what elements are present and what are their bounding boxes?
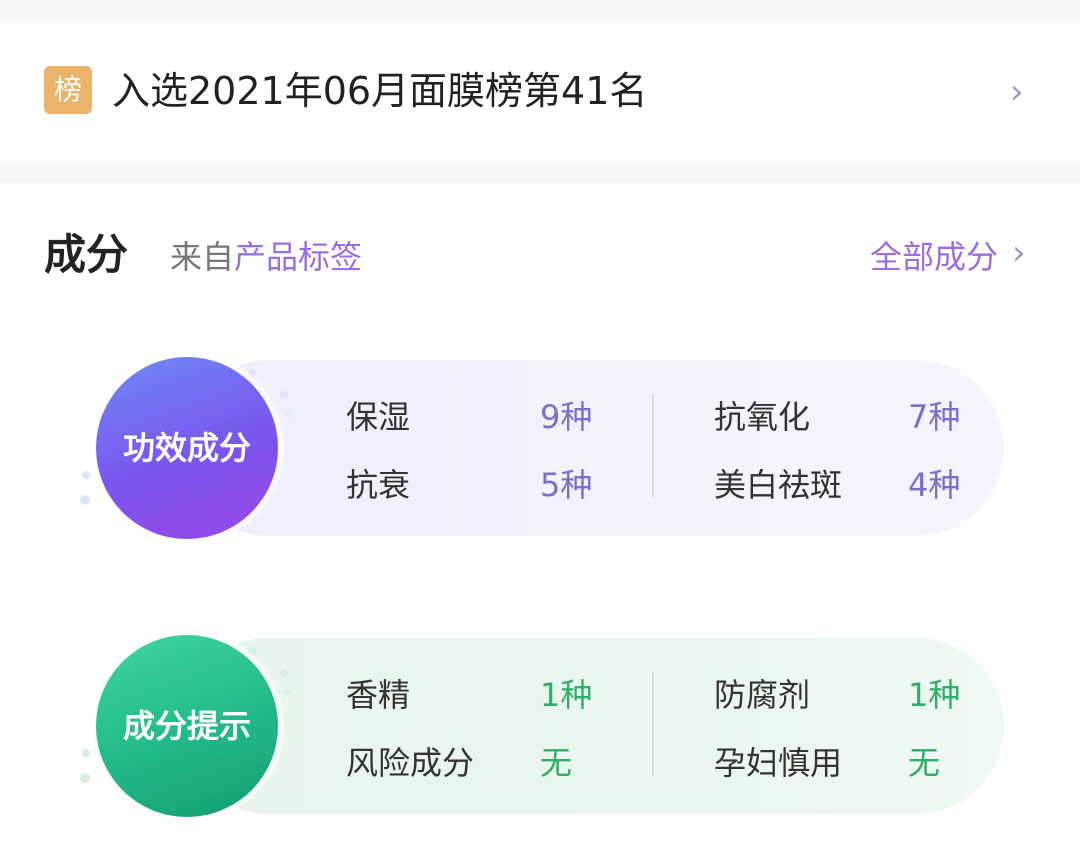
ingredients-section: 成分 来自产品标签 全部成分 › 功效成分 保湿 9种 抗氧化 7种 抗衰 5种… [0, 183, 1080, 865]
tip-value: 无 [540, 744, 573, 782]
section-source: 来自产品标签 [170, 235, 362, 279]
tip-value: 1种 [540, 676, 593, 714]
efficacy-card[interactable] [180, 360, 1004, 536]
decorative-dot [80, 495, 90, 505]
ranking-text[interactable]: 入选2021年06月面膜榜第41名 [112, 64, 647, 118]
tips-circle: 成分提示 [96, 635, 278, 817]
decorative-dot [82, 749, 90, 757]
decorative-dot [280, 391, 288, 399]
card-divider [652, 672, 654, 776]
card-divider [652, 394, 654, 498]
decorative-dot [280, 669, 288, 677]
decorative-dot [248, 369, 256, 377]
tip-label: 香精 [346, 676, 411, 714]
efficacy-value: 5种 [540, 466, 593, 504]
section-title: 成分 [44, 230, 129, 279]
efficacy-value: 4种 [908, 466, 961, 504]
tip-label: 风险成分 [346, 744, 475, 782]
efficacy-circle: 功效成分 [96, 357, 278, 539]
efficacy-label: 抗氧化 [714, 398, 811, 436]
decorative-dot [284, 689, 290, 695]
efficacy-label: 美白祛斑 [714, 466, 843, 504]
efficacy-value: 9种 [540, 398, 593, 436]
ingredient-tips-card[interactable] [180, 638, 1004, 814]
decorative-dot [82, 471, 90, 479]
efficacy-value: 7种 [908, 398, 961, 436]
source-prefix: 来自 [170, 238, 235, 276]
efficacy-label: 抗衰 [346, 466, 411, 504]
efficacy-label: 保湿 [346, 398, 411, 436]
decorative-dot [284, 411, 290, 417]
tip-value: 无 [908, 744, 941, 782]
decorative-dot [248, 647, 256, 655]
decorative-dot [80, 773, 90, 783]
rank-badge-icon: 榜 [44, 66, 92, 114]
tip-value: 1种 [908, 676, 961, 714]
tip-label: 防腐剂 [714, 676, 811, 714]
chevron-right-icon[interactable]: › [1012, 231, 1026, 275]
chevron-right-icon[interactable]: › [1010, 72, 1024, 112]
product-label-link[interactable]: 产品标签 [234, 238, 362, 276]
tip-label: 孕妇慎用 [714, 744, 843, 782]
all-ingredients-link[interactable]: 全部成分 [870, 235, 998, 279]
